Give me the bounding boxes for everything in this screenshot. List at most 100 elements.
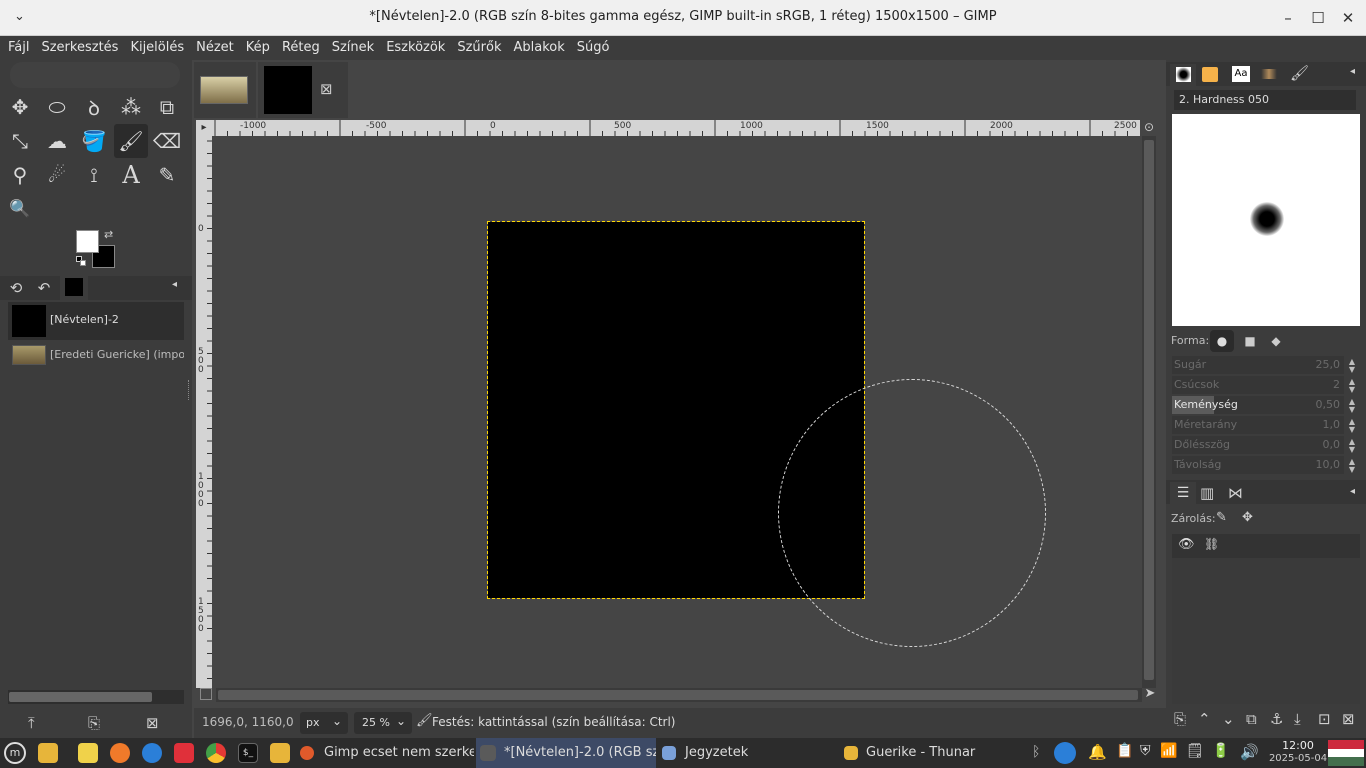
dock-menu-icon[interactable]: ◂ (1350, 486, 1355, 497)
dock-menu-icon[interactable]: ◂ (1350, 66, 1355, 77)
task-gimp-active[interactable]: *[Névtelen]-2.0 (RGB szí... (476, 738, 656, 768)
transform-icon[interactable]: ⤡ (3, 124, 37, 158)
battery-icon[interactable]: 🔋 (1212, 743, 1229, 759)
lower-layer-icon[interactable]: ⌄ (1222, 710, 1235, 728)
spikes-slider[interactable]: Csúcsok 2 (1172, 376, 1344, 394)
spin-arrows-icon[interactable]: ▲ ▼ (1346, 398, 1358, 414)
menu-select[interactable]: Kijelölés (124, 36, 190, 55)
menu-view[interactable]: Nézet (190, 36, 240, 55)
unit-selector[interactable]: px ⌄ (300, 712, 348, 734)
eraser-icon[interactable]: ⌫ (150, 124, 184, 158)
fuzzy-select-icon[interactable]: ⁂ (114, 90, 148, 124)
merge-layer-icon[interactable]: ⤓ (1294, 710, 1301, 728)
text-editor-icon[interactable] (78, 743, 98, 763)
app-menu-icon[interactable]: m (4, 742, 26, 764)
scrollbar-thumb[interactable] (1144, 140, 1154, 680)
image-tab-active[interactable]: ⊠ (258, 62, 348, 118)
spin-arrows-icon[interactable]: ▲ ▼ (1346, 378, 1358, 394)
warp-icon[interactable]: ☁ (40, 124, 74, 158)
aspect-ratio-slider[interactable]: Méretarány 1,0 (1172, 416, 1344, 434)
menu-help[interactable]: Súgó (571, 36, 616, 55)
toggle-quick-mask-icon[interactable] (200, 688, 212, 700)
new-layer-icon[interactable]: ⎘ (1174, 710, 1186, 728)
volume-icon[interactable]: 🔊 (1240, 743, 1259, 761)
task-notes[interactable]: Jegyzetek (658, 738, 834, 768)
spin-arrows-icon[interactable]: ▲ ▼ (1346, 358, 1358, 374)
angle-slider[interactable]: Dőlésszög 0,0 (1172, 436, 1344, 454)
quick-mask-corner-icon[interactable]: ▸ (196, 120, 212, 136)
horizontal-scrollbar[interactable] (216, 688, 1142, 702)
layers-icon[interactable]: ☰ (1170, 482, 1196, 504)
gradients-icon[interactable] (1261, 69, 1277, 79)
document-history-icon[interactable]: ⟲ (5, 279, 27, 297)
keyboard-layout-flag-icon[interactable] (1328, 740, 1364, 766)
diamond-shape-icon[interactable]: ◆ (1264, 330, 1288, 352)
tool-presets-icon[interactable]: 🖌 (1290, 64, 1309, 82)
horizontal-scrollbar[interactable] (8, 690, 184, 704)
delete-icon[interactable]: ⊠ (146, 714, 159, 732)
zoom-follow-icon[interactable]: ⊙ (1140, 120, 1158, 136)
text-tool-icon[interactable]: A (114, 158, 148, 192)
list-item[interactable]: [Eredeti Guericke] (importált) (8, 340, 184, 370)
scrollbar-thumb[interactable] (218, 690, 1138, 700)
spin-arrows-icon[interactable]: ▲ ▼ (1346, 438, 1358, 454)
terminal-icon[interactable]: $_ (238, 743, 258, 763)
circle-shape-icon[interactable]: ● (1210, 330, 1234, 352)
raise-image-icon[interactable]: ⤒ (28, 714, 35, 732)
images-tab[interactable] (60, 276, 88, 300)
spacing-slider[interactable]: Távolság 10,0 (1172, 456, 1344, 474)
zoom-selector[interactable]: 25 % ⌄ (354, 712, 412, 734)
hardness-slider[interactable]: Keménység 0,50 (1172, 396, 1344, 414)
task-firefox[interactable]: Gimp ecset nem szerke... (298, 738, 474, 768)
fonts-icon[interactable]: Aa (1232, 66, 1250, 82)
spin-arrows-icon[interactable]: ▲ ▼ (1346, 418, 1358, 434)
menu-file[interactable]: Fájl (0, 36, 35, 55)
ellipse-select-icon[interactable]: ⬭ (40, 90, 74, 124)
notification-bell-icon[interactable]: 🔔 (1088, 743, 1107, 761)
menu-windows[interactable]: Ablakok (507, 36, 570, 55)
minimize-button[interactable]: – (1275, 6, 1301, 30)
swap-colors-icon[interactable]: ⇄ (104, 228, 113, 241)
firefox-icon[interactable] (110, 743, 130, 763)
menu-filters[interactable]: Szűrők (451, 36, 507, 55)
close-tab-icon[interactable]: ⊠ (320, 80, 333, 98)
dock-menu-icon[interactable]: ◂ (172, 279, 177, 290)
channels-icon[interactable]: ▥ (1200, 484, 1214, 502)
menu-layer[interactable]: Réteg (276, 36, 326, 55)
clipboard-icon[interactable]: 📋 (1116, 743, 1133, 759)
delete-layer-icon[interactable]: ⊠ (1342, 710, 1355, 728)
shield-icon[interactable]: ⛨ (1140, 743, 1151, 759)
menu-tools[interactable]: Eszközök (380, 36, 451, 55)
foreground-color-swatch[interactable] (76, 230, 99, 253)
patterns-icon[interactable] (1202, 67, 1218, 82)
radius-slider[interactable]: Sugár 25,0 (1172, 356, 1344, 374)
close-button[interactable]: ✕ (1335, 6, 1361, 30)
paintbrush-icon[interactable]: 🖌 (114, 124, 148, 158)
mask-layer-icon[interactable]: ⊡ (1318, 710, 1331, 728)
paths-icon[interactable]: ⋈ (1228, 484, 1243, 502)
clone-icon[interactable]: ⚲ (3, 158, 37, 192)
mixer-icon[interactable] (1054, 742, 1076, 764)
navigate-icon[interactable]: ➤ (1142, 686, 1158, 702)
undo-history-icon[interactable]: ↶ (33, 279, 55, 297)
list-item[interactable]: [Névtelen]-2 (8, 302, 184, 340)
layers-list[interactable] (1172, 558, 1360, 704)
lock-pixels-icon[interactable]: ✎ (1216, 510, 1227, 525)
scrollbar-thumb[interactable] (9, 692, 152, 702)
square-shape-icon[interactable]: ■ (1238, 330, 1262, 352)
zoom-icon[interactable]: 🔍 (3, 192, 37, 226)
vertical-scrollbar[interactable] (1142, 136, 1156, 688)
notes-tray-icon[interactable]: 🗒 (1186, 743, 1204, 759)
menu-image[interactable]: Kép (240, 36, 276, 55)
menu-colors[interactable]: Színek (326, 36, 380, 55)
spin-arrows-icon[interactable]: ▲ ▼ (1346, 458, 1358, 474)
chrome-icon[interactable] (206, 743, 226, 763)
move-tool-icon[interactable]: ✥ (3, 90, 37, 124)
vivaldi-icon[interactable] (174, 743, 194, 763)
lasso-icon[interactable]: ꝺ (77, 90, 111, 124)
bluetooth-icon[interactable]: ᛒ (1032, 744, 1040, 760)
crop-icon[interactable]: ⧉ (150, 90, 184, 124)
duplicate-layer-icon[interactable]: ⧉ (1246, 710, 1257, 728)
brush-name-field[interactable]: 2. Hardness 050 (1174, 90, 1356, 110)
path-icon[interactable]: ⟟ (77, 158, 111, 192)
